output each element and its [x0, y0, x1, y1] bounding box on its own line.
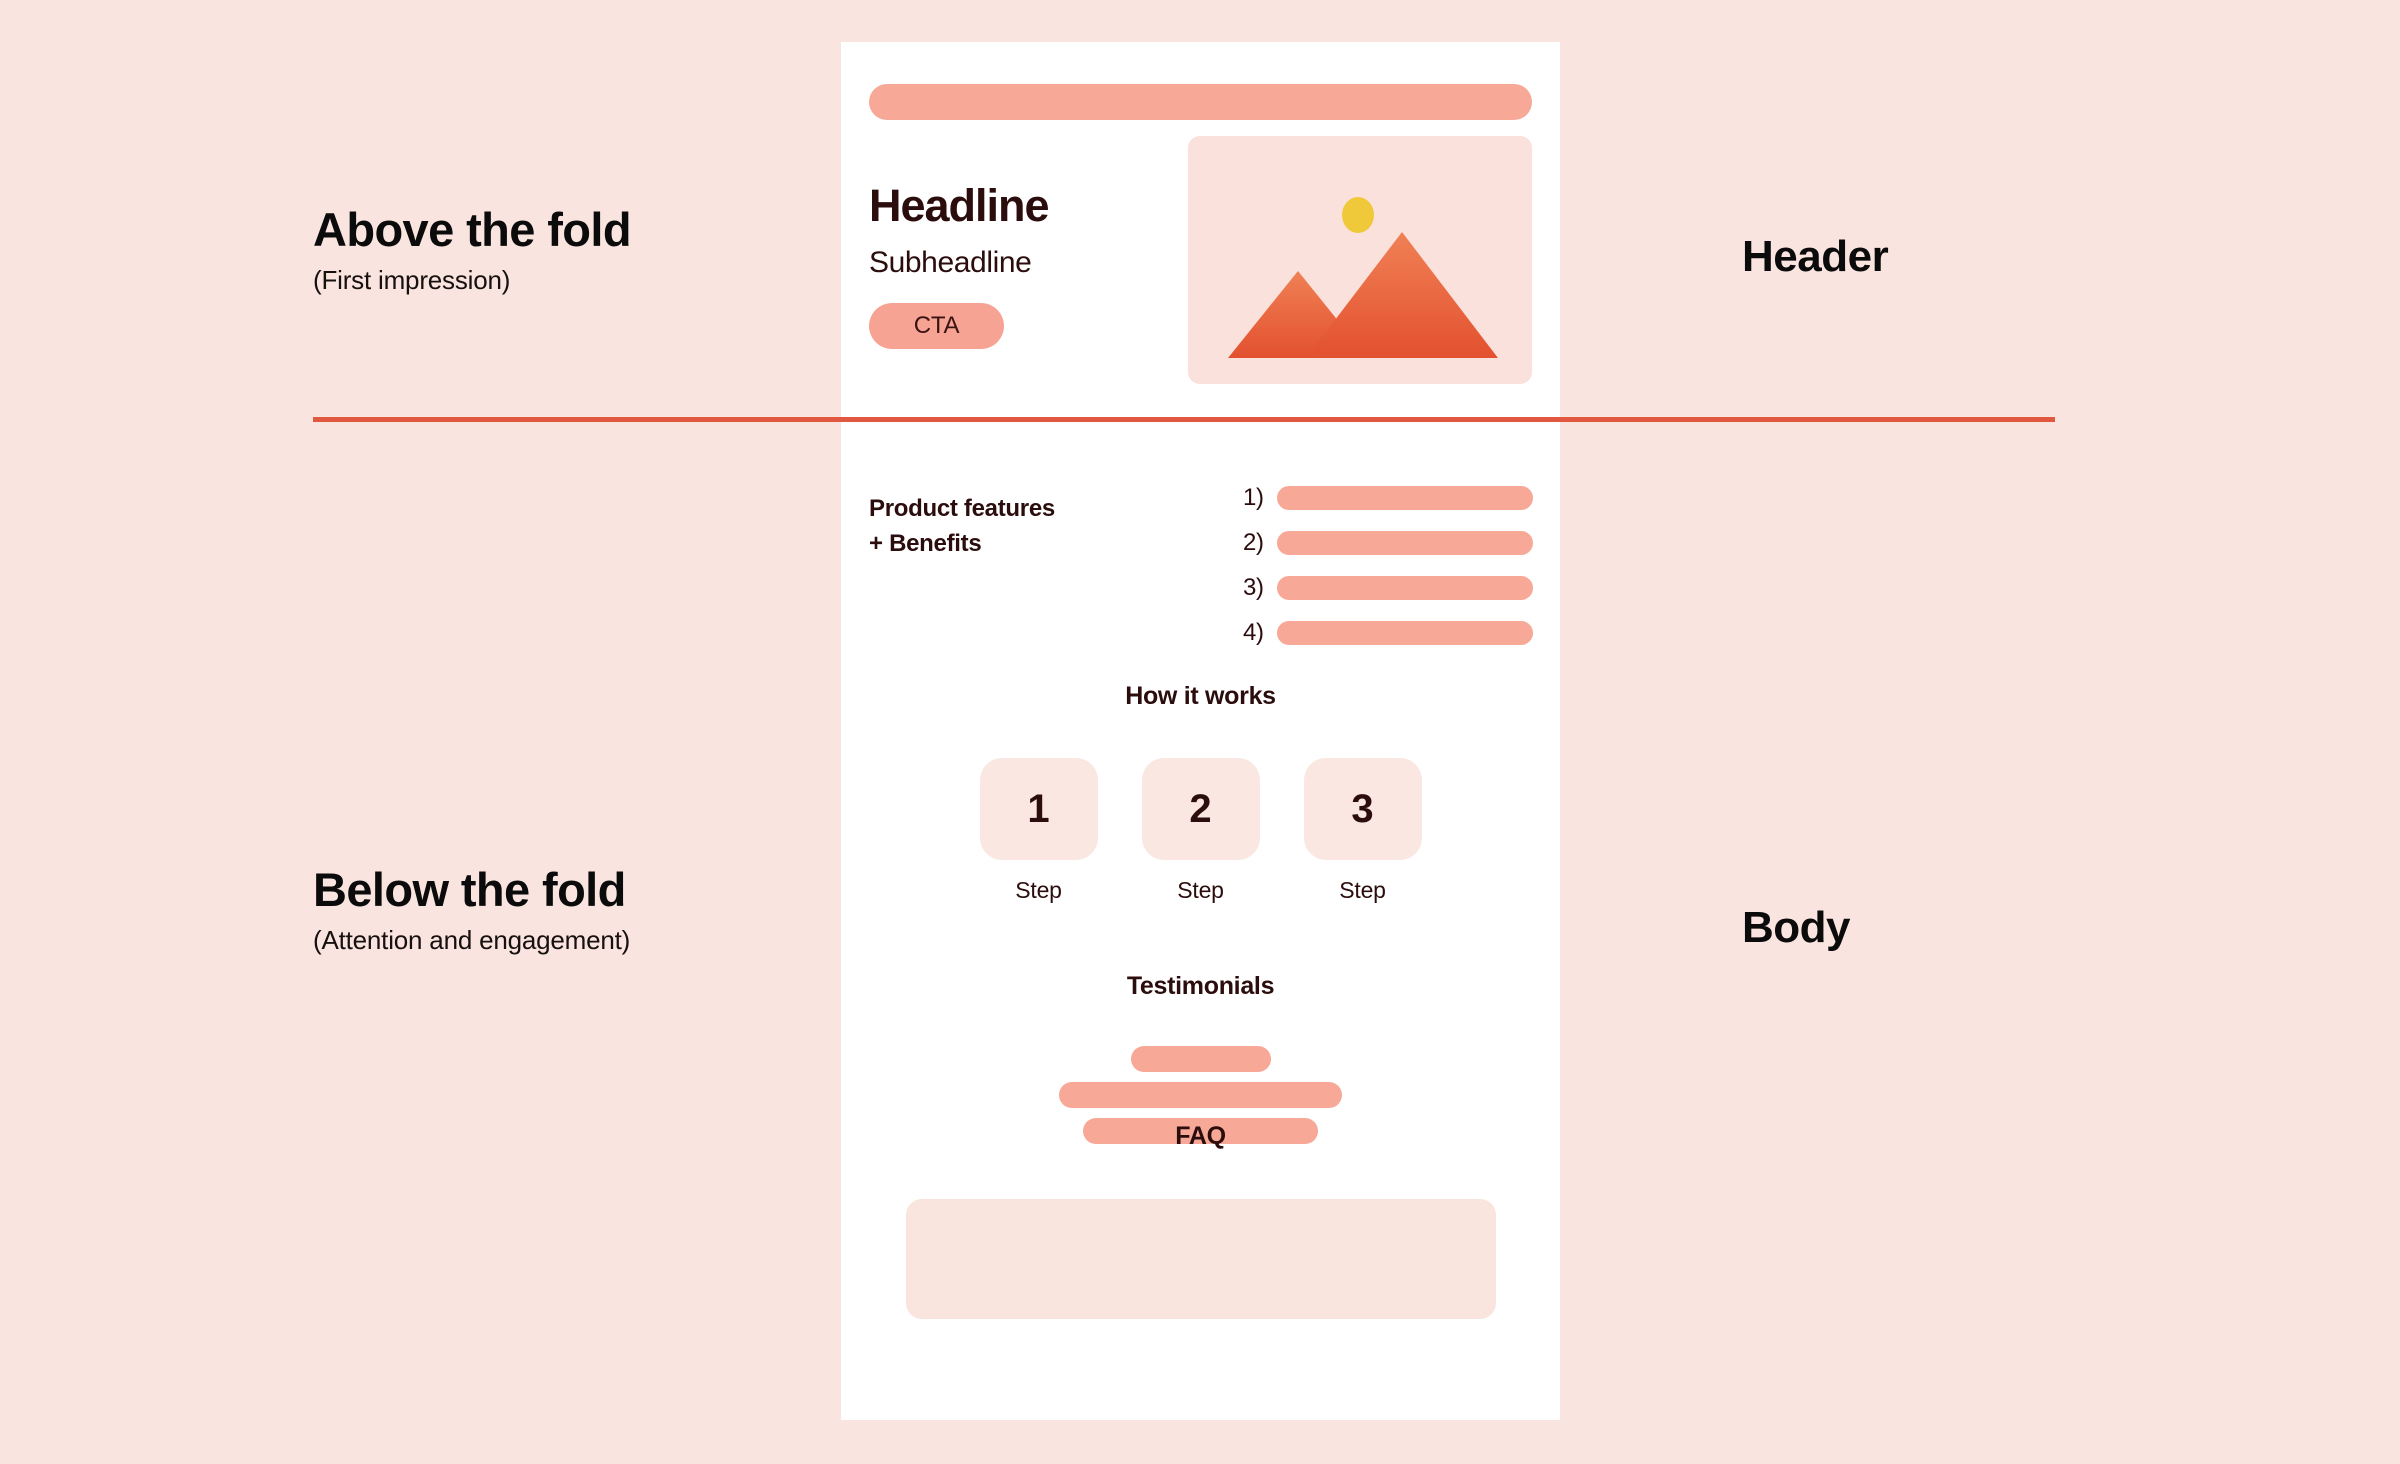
feature-text-placeholder — [1277, 486, 1533, 510]
step-item: 3 Step — [1303, 758, 1422, 904]
landing-page-mockup: Headline Subheadline CTA Product feature… — [841, 42, 1560, 1420]
annotation-below-title: Below the fold — [313, 863, 626, 916]
testimonial-bar — [1130, 1046, 1271, 1072]
testimonials-section: Testimonials — [841, 972, 1560, 1144]
steps-row: 1 Step 2 Step 3 Step — [841, 758, 1560, 904]
sun-icon — [1342, 197, 1374, 233]
step-label: Step — [1015, 877, 1062, 903]
feature-text-placeholder — [1277, 576, 1533, 600]
nav-bar-placeholder — [869, 84, 1532, 120]
page-canvas: Above the fold (First impression) Below … — [0, 0, 2400, 1464]
annotation-above-title: Above the fold — [313, 203, 632, 256]
step-number-box: 1 — [979, 758, 1098, 860]
step-item: 2 Step — [1141, 758, 1260, 904]
mountain-illustration-svg — [1228, 197, 1498, 358]
features-heading-line1: Product features — [869, 495, 1055, 522]
hero-headline: Headline — [869, 180, 1050, 231]
how-it-works-title: How it works — [1125, 682, 1276, 710]
step-item: 1 Step — [979, 758, 1098, 904]
features-list: 1) 2) 3) 4) — [1243, 484, 1533, 664]
hero-subheadline: Subheadline — [869, 246, 1032, 280]
testimonial-bar — [1059, 1082, 1342, 1108]
annotation-body-label: Body — [1742, 903, 1851, 952]
feature-number: 4) — [1243, 619, 1264, 646]
faq-title: FAQ — [1175, 1122, 1226, 1150]
faq-content-placeholder — [905, 1199, 1496, 1319]
features-heading: Product features + Benefits — [869, 492, 1169, 562]
step-number-box: 3 — [1303, 758, 1422, 860]
feature-item: 3) — [1243, 574, 1533, 602]
step-label: Step — [1177, 877, 1224, 903]
features-heading-line2: + Benefits — [869, 529, 982, 557]
feature-item: 4) — [1243, 619, 1533, 647]
annotation-header-label: Header — [1742, 232, 1889, 281]
step-label: Step — [1339, 877, 1386, 903]
feature-number: 1) — [1243, 484, 1264, 511]
annotation-below-subtitle: (Attention and engagement) — [313, 925, 631, 956]
feature-item: 1) — [1243, 484, 1533, 512]
mountain-illustration-image — [1188, 136, 1532, 384]
annotation-below-the-fold: Below the fold (Attention and engagement… — [313, 865, 630, 956]
feature-text-placeholder — [1277, 621, 1533, 645]
mountain-large-shape — [1306, 232, 1498, 358]
annotation-above-subtitle: (First impression) — [313, 265, 511, 296]
testimonials-title: Testimonials — [1126, 972, 1275, 1000]
how-it-works-section: How it works 1 Step 2 Step 3 Step — [841, 682, 1560, 904]
feature-number: 3) — [1243, 574, 1264, 601]
hero-section: Headline Subheadline CTA — [869, 136, 1532, 400]
feature-text-placeholder — [1277, 531, 1533, 555]
annotation-above-the-fold: Above the fold (First impression) — [313, 203, 632, 296]
faq-section: FAQ — [841, 1122, 1560, 1319]
cta-button[interactable]: CTA — [869, 303, 1004, 350]
feature-number: 2) — [1243, 529, 1264, 556]
feature-item: 2) — [1243, 529, 1533, 557]
step-number-box: 2 — [1141, 758, 1260, 860]
fold-divider-line — [313, 417, 2055, 422]
hero-text-block: Headline Subheadline CTA — [869, 180, 1189, 350]
